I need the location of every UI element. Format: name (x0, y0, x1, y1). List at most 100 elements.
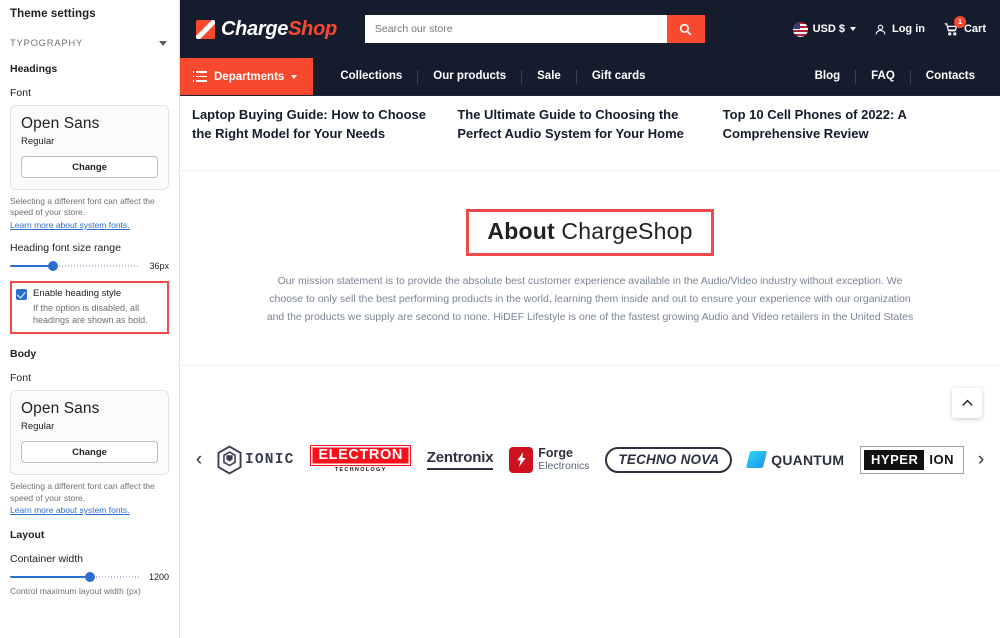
store-topbar: ChargeShop USD $ Log in (180, 0, 1000, 58)
blog-highlight-title[interactable]: Top 10 Cell Phones of 2022: A Comprehens… (723, 106, 978, 144)
headings-font-change-button[interactable]: Change (21, 156, 158, 178)
heading-size-range-label: Heading font size range (10, 241, 121, 254)
headings-font-name: Open Sans (21, 115, 100, 132)
body-font-help-text: Selecting a different font can affect th… (10, 481, 155, 503)
typography-section-label: TYPOGRAPHY (10, 38, 83, 49)
heading-size-slider-rest (52, 264, 139, 267)
body-font-card: Open Sans Regular Change (10, 390, 169, 476)
chevron-up-icon (961, 399, 973, 406)
headings-font-card: Open Sans Regular Change (10, 105, 169, 190)
brand-quantum-label: QUANTUM (771, 451, 845, 468)
heading-size-range-value: 36px (149, 260, 169, 271)
body-font-weight: Regular (21, 421, 55, 433)
chevron-down-icon (291, 74, 298, 79)
brand-logo-zentronix[interactable]: Zentronix (426, 449, 494, 471)
list-icon (192, 71, 207, 82)
typography-section-header[interactable]: TYPOGRAPHY (10, 38, 169, 49)
cart-count-badge: 1 (953, 15, 966, 28)
container-width-slider-rest (89, 576, 139, 579)
brand-ionic-label: IONIC (245, 451, 295, 468)
us-flag-icon (792, 21, 808, 37)
chevron-down-icon (849, 27, 856, 31)
headings-font-label: Font (10, 87, 32, 99)
nav-link-blog[interactable]: Blog (800, 69, 857, 84)
container-width-slider-fill (10, 576, 90, 579)
cart-link[interactable]: 1 Cart (943, 15, 986, 37)
container-width-slider-knob[interactable] (84, 572, 95, 583)
nav-link-sale[interactable]: Sale (522, 69, 577, 84)
currency-selector[interactable]: USD $ (792, 21, 856, 37)
about-title-bold: About (487, 217, 555, 244)
container-width-slider[interactable] (10, 572, 139, 583)
brand-carousel-next[interactable]: › (970, 450, 992, 469)
nav-link-faq[interactable]: FAQ (856, 69, 911, 84)
nav-link-contacts[interactable]: Contacts (911, 70, 990, 84)
brand-techno-nova-label: TECHNO NOVA (605, 446, 733, 473)
brand-forge-subtitle: Electronics (538, 459, 590, 472)
quantum-mark-icon (746, 451, 768, 469)
body-font-label: Font (10, 372, 32, 385)
brand-logo-quantum[interactable]: QUANTUM (746, 451, 845, 469)
layout-group-label: Layout (10, 529, 45, 542)
login-label: Log in (891, 23, 925, 35)
ionic-hex-icon (216, 445, 243, 475)
container-width-help: Control maximum layout width (px) (10, 586, 141, 597)
forge-bolt-icon (509, 446, 534, 473)
theme-settings-sidebar: Theme settings TYPOGRAPHY Headings Font … (0, 0, 180, 638)
about-section: About ChargeShop Our mission statement i… (180, 171, 1000, 327)
login-link[interactable]: Log in (874, 23, 925, 36)
blog-highlight-title[interactable]: Laptop Buying Guide: How to Choose the R… (192, 106, 447, 144)
container-width-range-row[interactable]: 1200 (10, 572, 169, 583)
chargeshop-logo-icon (196, 19, 215, 39)
nav-link-collections[interactable]: Collections (325, 69, 419, 84)
store-navbar: Departments Collections Our products Sale G… (180, 58, 1000, 96)
enable-heading-style-checkbox[interactable] (16, 288, 27, 300)
store-preview: ChargeShop USD $ Log in (180, 0, 1000, 638)
brand-hyperion-label-2: ION (924, 449, 960, 470)
departments-button[interactable]: Departments (180, 58, 314, 95)
brand-logo-techno-nova[interactable]: TECHNO NOVA (605, 446, 733, 473)
enable-heading-style-highlight: Enable heading style If the option is di… (10, 280, 169, 335)
nav-link-gift-cards[interactable]: Gift cards (577, 70, 661, 84)
body-font-change-button[interactable]: Change (21, 441, 158, 464)
enable-heading-style-help: If the option is disabled, all headings … (33, 302, 148, 326)
nav-link-our-products[interactable]: Our products (418, 69, 523, 84)
heading-size-slider-fill (10, 264, 53, 267)
brand-electron-subtitle: TECHNOLOGY (334, 467, 387, 474)
headings-font-weight: Regular (21, 136, 55, 147)
search-button[interactable] (666, 15, 705, 43)
heading-size-range-row[interactable]: 36px (10, 260, 169, 271)
scroll-to-top-button[interactable] (952, 387, 982, 418)
brand-logo-electron[interactable]: ELECTRON TECHNOLOGY (310, 445, 411, 474)
enable-heading-style-row[interactable]: Enable heading style (16, 288, 161, 300)
chevron-down-icon[interactable] (159, 41, 167, 46)
brand-logo-ionic[interactable]: IONIC (216, 445, 295, 475)
brand-forge-label: Forge (538, 446, 573, 461)
nav-links-left: Collections Our products Sale Gift cards (325, 58, 660, 95)
store-logo[interactable]: ChargeShop (196, 18, 337, 41)
enable-heading-style-label: Enable heading style (33, 287, 122, 299)
blog-highlight-title[interactable]: The Ultimate Guide to Choosing the Perfe… (457, 106, 712, 144)
brand-logo-hyperion[interactable]: HYPER ION (860, 445, 964, 474)
user-icon (875, 24, 886, 34)
body-system-fonts-link[interactable]: Learn more about system fonts. (10, 505, 169, 515)
brand-logo-forge[interactable]: Forge Electronics (509, 446, 590, 473)
headings-system-fonts-link[interactable]: Learn more about system fonts. (10, 220, 169, 230)
logo-text-first: Charge (221, 17, 289, 40)
blog-highlight-item: The Ultimate Guide to Choosing the Perfe… (457, 106, 722, 144)
heading-size-slider-knob[interactable] (47, 260, 58, 271)
nav-links-right: Blog FAQ Contacts (800, 58, 1000, 95)
headings-font-help-text: Selecting a different font can affect th… (10, 196, 155, 218)
search-input[interactable] (364, 15, 667, 43)
blog-highlight-item: Laptop Buying Guide: How to Choose the R… (192, 106, 457, 144)
heading-size-slider[interactable] (10, 260, 139, 271)
brand-carousel-prev[interactable]: ‹ (188, 450, 210, 469)
logo-text-second: Shop (288, 17, 337, 40)
section-divider-bottom (180, 364, 1000, 366)
about-title-regular: ChargeShop (561, 217, 693, 244)
about-body-text: Our mission statement is to provide the … (266, 274, 914, 324)
sidebar-title: Theme settings (10, 8, 96, 20)
cart-label: Cart (963, 23, 986, 35)
brand-logo-list: IONIC ELECTRON TECHNOLOGY Zentronix Forg… (210, 445, 970, 475)
store-search[interactable] (364, 15, 705, 43)
